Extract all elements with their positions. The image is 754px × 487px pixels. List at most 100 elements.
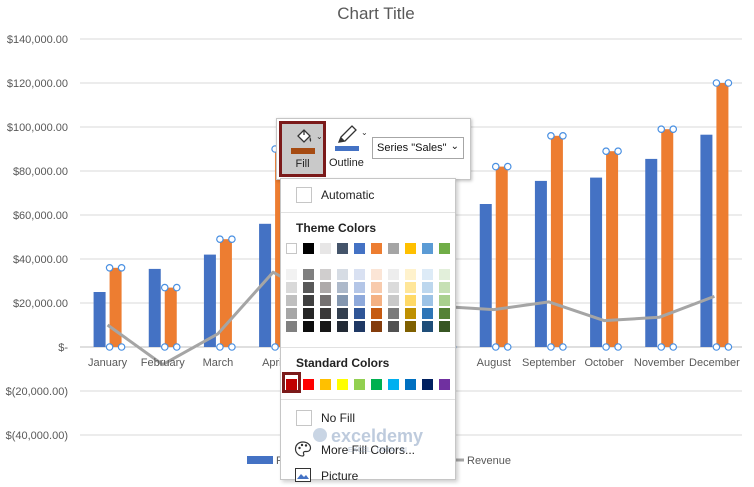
theme-shade-swatch[interactable] [371, 308, 382, 319]
theme-shade-swatch[interactable] [337, 269, 348, 280]
theme-color-swatch[interactable] [439, 243, 450, 254]
selection-handle[interactable] [724, 79, 733, 87]
theme-shade-swatch[interactable] [371, 295, 382, 306]
standard-color-swatch[interactable] [303, 379, 314, 390]
theme-shade-swatch[interactable] [337, 295, 348, 306]
theme-shade-swatch[interactable] [388, 321, 399, 332]
bar-sales[interactable] [716, 83, 729, 347]
theme-shade-swatch[interactable] [320, 308, 331, 319]
selection-handle[interactable] [547, 132, 555, 140]
theme-shade-swatch[interactable] [422, 321, 433, 332]
theme-color-swatch[interactable] [303, 243, 314, 254]
selection-handle[interactable] [117, 343, 126, 351]
theme-shade-swatch[interactable] [405, 308, 416, 319]
theme-shade-swatch[interactable] [388, 308, 399, 319]
selection-handle[interactable] [105, 263, 114, 272]
theme-shade-swatch[interactable] [337, 321, 348, 332]
selection-handle[interactable] [172, 343, 181, 351]
theme-shade-swatch[interactable] [354, 269, 365, 280]
theme-shade-swatch[interactable] [320, 295, 331, 306]
selection-handle[interactable] [547, 343, 555, 351]
theme-color-swatch[interactable] [320, 243, 331, 254]
theme-shade-swatch[interactable] [320, 269, 331, 280]
chart-title[interactable]: Chart Title [337, 4, 414, 23]
selection-handle[interactable] [216, 235, 224, 244]
theme-shade-swatch[interactable] [439, 308, 450, 319]
picture-option[interactable]: Picture [281, 465, 455, 487]
selection-handle[interactable] [503, 162, 512, 171]
selection-handle[interactable] [503, 343, 512, 351]
theme-shade-swatch[interactable] [371, 269, 382, 280]
theme-shade-swatch[interactable] [303, 269, 314, 280]
selection-handle[interactable] [216, 343, 224, 351]
bar-profit[interactable] [203, 254, 216, 347]
fill-dropdown-chevron-icon[interactable]: ⌄ [316, 132, 323, 141]
selection-handle[interactable] [657, 125, 666, 134]
theme-shade-swatch[interactable] [371, 282, 382, 293]
selection-handle[interactable] [712, 343, 721, 351]
theme-shade-swatch[interactable] [422, 308, 433, 319]
selection-handle[interactable] [559, 132, 567, 140]
theme-color-swatch[interactable] [354, 243, 365, 254]
theme-shade-swatch[interactable] [439, 282, 450, 293]
selection-handle[interactable] [559, 343, 567, 351]
theme-shade-swatch[interactable] [354, 282, 365, 293]
theme-shade-swatch[interactable] [320, 282, 331, 293]
bar-profit[interactable] [534, 180, 547, 347]
theme-color-swatch[interactable] [286, 243, 297, 254]
series-select[interactable]: Series "Sales" ⌄ [372, 137, 464, 159]
theme-shade-swatch[interactable] [439, 295, 450, 306]
theme-shade-swatch[interactable] [303, 295, 314, 306]
selection-handle[interactable] [614, 343, 622, 351]
theme-shade-swatch[interactable] [439, 321, 450, 332]
standard-color-swatch[interactable] [354, 379, 365, 390]
theme-shade-swatch[interactable] [371, 321, 382, 332]
bar-sales[interactable] [164, 287, 177, 347]
theme-shade-swatch[interactable] [337, 282, 348, 293]
theme-shade-swatch[interactable] [303, 282, 314, 293]
theme-shade-swatch[interactable] [286, 282, 297, 293]
selection-handle[interactable] [669, 343, 678, 351]
theme-shade-swatch[interactable] [388, 269, 399, 280]
selection-handle[interactable] [657, 343, 666, 351]
selection-handle[interactable] [172, 283, 181, 292]
bar-sales[interactable] [550, 135, 563, 347]
theme-shade-swatch[interactable] [286, 269, 297, 280]
selection-handle[interactable] [228, 343, 236, 351]
selection-handle[interactable] [117, 263, 126, 272]
selection-handle[interactable] [271, 343, 279, 351]
standard-color-swatch[interactable] [371, 379, 382, 390]
theme-shade-swatch[interactable] [303, 321, 314, 332]
theme-color-swatch[interactable] [388, 243, 399, 254]
outline-dropdown-chevron-icon[interactable]: ⌄ [361, 128, 368, 137]
standard-color-swatch[interactable] [405, 379, 416, 390]
theme-shade-swatch[interactable] [320, 321, 331, 332]
theme-shade-swatch[interactable] [337, 308, 348, 319]
theme-shade-swatch[interactable] [405, 321, 416, 332]
theme-shade-swatch[interactable] [286, 295, 297, 306]
standard-color-swatch[interactable] [439, 379, 450, 390]
bar-profit[interactable] [590, 177, 603, 347]
selection-handle[interactable] [160, 343, 169, 351]
selection-handle[interactable] [160, 283, 169, 292]
theme-shade-swatch[interactable] [286, 321, 297, 332]
theme-shade-swatch[interactable] [422, 282, 433, 293]
theme-shade-swatch[interactable] [354, 295, 365, 306]
bar-profit[interactable] [700, 134, 713, 347]
theme-shade-swatch[interactable] [405, 295, 416, 306]
bar-profit[interactable] [479, 204, 492, 347]
bar-profit[interactable] [93, 292, 106, 347]
standard-color-swatch[interactable] [422, 379, 433, 390]
bar-sales[interactable] [606, 151, 619, 347]
outline-button[interactable]: ⌄ Outline [329, 122, 373, 176]
selection-handle[interactable] [602, 343, 610, 351]
selection-handle[interactable] [614, 147, 622, 156]
selection-handle[interactable] [602, 147, 610, 156]
theme-color-swatch[interactable] [405, 243, 416, 254]
theme-shade-swatch[interactable] [405, 282, 416, 293]
selection-handle[interactable] [228, 235, 236, 244]
selection-handle[interactable] [712, 79, 721, 87]
theme-shade-swatch[interactable] [405, 269, 416, 280]
theme-shade-swatch[interactable] [388, 295, 399, 306]
theme-shade-swatch[interactable] [422, 295, 433, 306]
